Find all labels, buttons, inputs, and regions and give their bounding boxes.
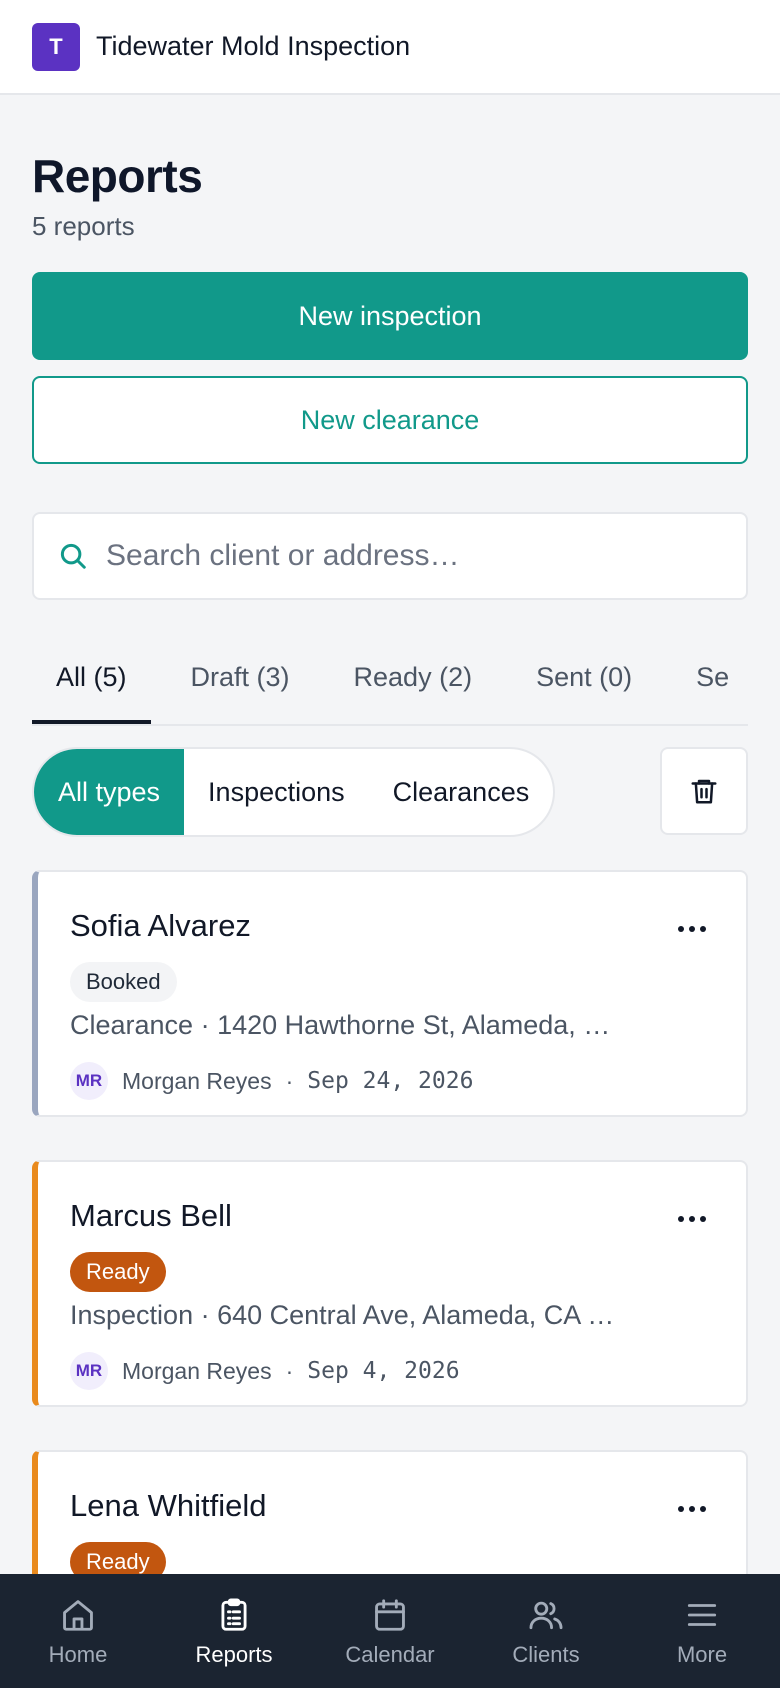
- meta-separator: ·: [285, 1067, 294, 1094]
- trash-icon: [691, 779, 717, 804]
- app-logo: T: [32, 22, 80, 71]
- bottom-nav: Home Reports Calendar Clients More: [0, 1574, 780, 1688]
- more-options-icon[interactable]: [678, 1212, 706, 1226]
- users-icon: [529, 1601, 563, 1630]
- inspector-name: Morgan Reyes: [122, 1357, 272, 1384]
- inspector-name: Morgan Reyes: [122, 1067, 272, 1094]
- meta-separator: ·: [285, 1357, 294, 1384]
- top-bar: T Tidewater Mold Inspection: [0, 0, 780, 95]
- client-name: Sofia Alvarez: [70, 908, 251, 943]
- search-input[interactable]: [106, 539, 706, 573]
- type-filter: All types Inspections Clearances: [32, 747, 556, 837]
- filter-inspections[interactable]: Inspections: [184, 749, 369, 835]
- page-title: Reports: [32, 150, 203, 202]
- home-icon: [63, 1600, 93, 1631]
- nav-label: Calendar: [345, 1642, 435, 1667]
- client-name: Lena Whitfield: [70, 1488, 267, 1523]
- nav-home[interactable]: Home: [0, 1574, 156, 1688]
- nav-reports[interactable]: Reports: [156, 1574, 312, 1688]
- trash-button[interactable]: [660, 747, 748, 835]
- nav-clients[interactable]: Clients: [468, 1574, 624, 1688]
- report-card[interactable]: Sofia Alvarez Booked Clearance · 1420 Ha…: [32, 870, 748, 1117]
- report-date: Sep 24, 2026: [307, 1068, 474, 1094]
- tab-sent[interactable]: Sent (0): [512, 630, 656, 724]
- report-meta: MR Morgan Reyes · Sep 24, 2026: [70, 1062, 473, 1100]
- new-inspection-button[interactable]: New inspection: [32, 272, 748, 360]
- search-icon: [60, 543, 86, 569]
- nav-label: Clients: [512, 1642, 580, 1667]
- nav-label: Home: [48, 1642, 108, 1667]
- nav-calendar[interactable]: Calendar: [312, 1574, 468, 1688]
- filter-all-types[interactable]: All types: [34, 749, 185, 835]
- tab-all[interactable]: All (5): [32, 630, 151, 724]
- status-badge: Booked: [70, 962, 177, 1002]
- app-title: Tidewater Mold Inspection: [96, 31, 411, 61]
- search-box[interactable]: [32, 512, 748, 600]
- report-meta: MR Morgan Reyes · Sep 4, 2026: [70, 1352, 460, 1390]
- report-summary: Inspection · 640 Central Ave, Alameda, C…: [70, 1300, 615, 1330]
- report-card[interactable]: Marcus Bell Ready Inspection · 640 Centr…: [32, 1160, 748, 1407]
- report-count: 5 reports: [32, 211, 135, 241]
- avatar: MR: [70, 1062, 108, 1100]
- nav-label: More: [676, 1642, 728, 1667]
- nav-label: Reports: [195, 1642, 273, 1667]
- calendar-icon: [375, 1599, 405, 1631]
- status-tabs: All (5) Draft (3) Ready (2) Sent (0) Se: [32, 630, 748, 726]
- tab-draft[interactable]: Draft (3): [167, 630, 314, 724]
- report-date: Sep 4, 2026: [307, 1358, 460, 1384]
- avatar: MR: [70, 1352, 108, 1390]
- client-name: Marcus Bell: [70, 1198, 232, 1233]
- status-badge: Ready: [70, 1252, 166, 1292]
- more-options-icon[interactable]: [678, 1502, 706, 1516]
- clipboard-icon: [221, 1598, 247, 1631]
- nav-more[interactable]: More: [624, 1574, 780, 1688]
- tab-more[interactable]: Se: [672, 630, 748, 724]
- tab-ready[interactable]: Ready (2): [330, 630, 497, 724]
- report-summary: Clearance · 1420 Hawthorne St, Alameda, …: [70, 1010, 611, 1040]
- new-clearance-button[interactable]: New clearance: [32, 376, 748, 464]
- more-options-icon[interactable]: [678, 922, 706, 936]
- filter-clearances[interactable]: Clearances: [369, 749, 554, 835]
- menu-icon: [687, 1604, 717, 1626]
